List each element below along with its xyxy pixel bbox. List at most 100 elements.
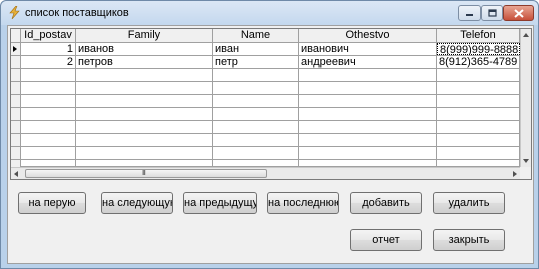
column-header-othestvo[interactable]: Othestvo <box>299 29 437 43</box>
empty-row <box>11 95 531 108</box>
empty-cell <box>437 147 520 159</box>
empty-cell <box>437 134 520 146</box>
lightning-icon <box>9 6 20 19</box>
empty-cell <box>213 82 299 94</box>
row-selector[interactable] <box>11 69 21 81</box>
scroll-right-arrow-icon[interactable] <box>513 171 517 177</box>
row-selector[interactable] <box>11 95 21 107</box>
empty-cell <box>299 108 437 120</box>
next-record-button[interactable]: на следующую <box>101 192 173 214</box>
empty-cell <box>299 121 437 133</box>
column-header-id-postav[interactable]: Id_postav <box>21 29 76 43</box>
scroll-grip: III <box>142 170 146 177</box>
suppliers-window: список поставщиков Id_postav Family Name… <box>0 0 539 269</box>
cell-name[interactable]: петр <box>213 56 299 68</box>
empty-cell <box>21 82 76 94</box>
empty-cell <box>299 82 437 94</box>
cell-name[interactable]: иван <box>213 43 299 55</box>
empty-cell <box>299 69 437 81</box>
empty-cell <box>76 95 213 107</box>
empty-cell <box>437 108 520 120</box>
empty-cell <box>21 134 76 146</box>
horizontal-scroll-thumb[interactable]: III <box>25 169 267 178</box>
cell-id-postav[interactable]: 2 <box>21 56 76 68</box>
empty-cell <box>21 160 76 167</box>
maximize-icon <box>487 9 497 17</box>
row-selector[interactable] <box>11 82 21 94</box>
last-record-button[interactable]: на последнюю <box>267 192 339 214</box>
horizontal-scrollbar[interactable]: III <box>11 167 520 179</box>
cell-telefon[interactable]: 8(999)999-8888 <box>437 43 520 55</box>
empty-row <box>11 82 531 95</box>
scroll-up-arrow-icon[interactable] <box>523 33 529 37</box>
report-button[interactable]: отчет <box>350 229 422 251</box>
empty-row <box>11 134 531 147</box>
add-button[interactable]: добавить <box>350 192 422 214</box>
empty-cell <box>76 160 213 167</box>
empty-cell <box>76 147 213 159</box>
empty-row <box>11 147 531 160</box>
empty-cell <box>21 69 76 81</box>
close-icon <box>513 8 524 18</box>
empty-cell <box>437 69 520 81</box>
row-selector[interactable] <box>11 160 21 167</box>
empty-cell <box>299 134 437 146</box>
scroll-down-arrow-icon[interactable] <box>523 159 529 163</box>
scrollbar-corner <box>520 167 531 179</box>
empty-row <box>11 121 531 134</box>
cell-telefon[interactable]: 8(912)365-4789 <box>437 56 520 68</box>
empty-cell <box>299 95 437 107</box>
empty-row <box>11 69 531 82</box>
row-selector-header <box>11 29 21 43</box>
cell-othestvo[interactable]: иванович <box>299 43 437 55</box>
cell-family[interactable]: иванов <box>76 43 213 55</box>
window-client-area: Id_postav Family Name Othestvo Telefon 1… <box>7 25 534 264</box>
title-bar[interactable]: список поставщиков <box>1 1 538 25</box>
grid-header: Id_postav Family Name Othestvo Telefon <box>11 29 531 43</box>
suppliers-grid[interactable]: Id_postav Family Name Othestvo Telefon 1… <box>10 28 532 180</box>
empty-cell <box>76 108 213 120</box>
row-selector[interactable] <box>11 108 21 120</box>
column-header-family[interactable]: Family <box>76 29 213 43</box>
vertical-scrollbar[interactable] <box>520 29 531 167</box>
row-selector[interactable] <box>11 43 21 55</box>
row-selector[interactable] <box>11 147 21 159</box>
empty-cell <box>299 147 437 159</box>
empty-cell <box>76 121 213 133</box>
delete-button[interactable]: удалить <box>433 192 505 214</box>
column-header-telefon[interactable]: Telefon <box>437 29 520 43</box>
column-header-name[interactable]: Name <box>213 29 299 43</box>
empty-cell <box>21 147 76 159</box>
minimize-button[interactable] <box>458 5 481 21</box>
empty-cell <box>213 69 299 81</box>
row-selector[interactable] <box>11 134 21 146</box>
cell-family[interactable]: петров <box>76 56 213 68</box>
scroll-left-arrow-icon[interactable] <box>14 171 18 177</box>
window-title: список поставщиков <box>25 7 129 19</box>
table-row[interactable]: 1 иванов иван иванович 8(999)999-8888 <box>11 43 531 56</box>
close-button[interactable]: закрыть <box>433 229 505 251</box>
table-row[interactable]: 2 петров петр андреевич 8(912)365-4789 <box>11 56 531 69</box>
cell-id-postav[interactable]: 1 <box>21 43 76 55</box>
empty-cell <box>21 108 76 120</box>
empty-row <box>11 160 531 167</box>
empty-cell <box>76 82 213 94</box>
empty-cell <box>76 69 213 81</box>
cell-othestvo[interactable]: андреевич <box>299 56 437 68</box>
row-selector[interactable] <box>11 56 21 68</box>
empty-row <box>11 108 531 121</box>
previous-record-button[interactable]: на предыдущую <box>183 192 257 214</box>
empty-cell <box>76 134 213 146</box>
empty-cell <box>299 160 437 167</box>
empty-cell <box>437 121 520 133</box>
close-window-button[interactable] <box>503 5 534 21</box>
minimize-icon <box>466 14 473 16</box>
empty-cell <box>21 95 76 107</box>
row-selector[interactable] <box>11 121 21 133</box>
empty-cell <box>213 121 299 133</box>
maximize-button[interactable] <box>481 5 503 21</box>
empty-cell <box>213 108 299 120</box>
empty-cell <box>213 95 299 107</box>
first-record-button[interactable]: на перую <box>18 192 86 214</box>
empty-cell <box>213 160 299 167</box>
